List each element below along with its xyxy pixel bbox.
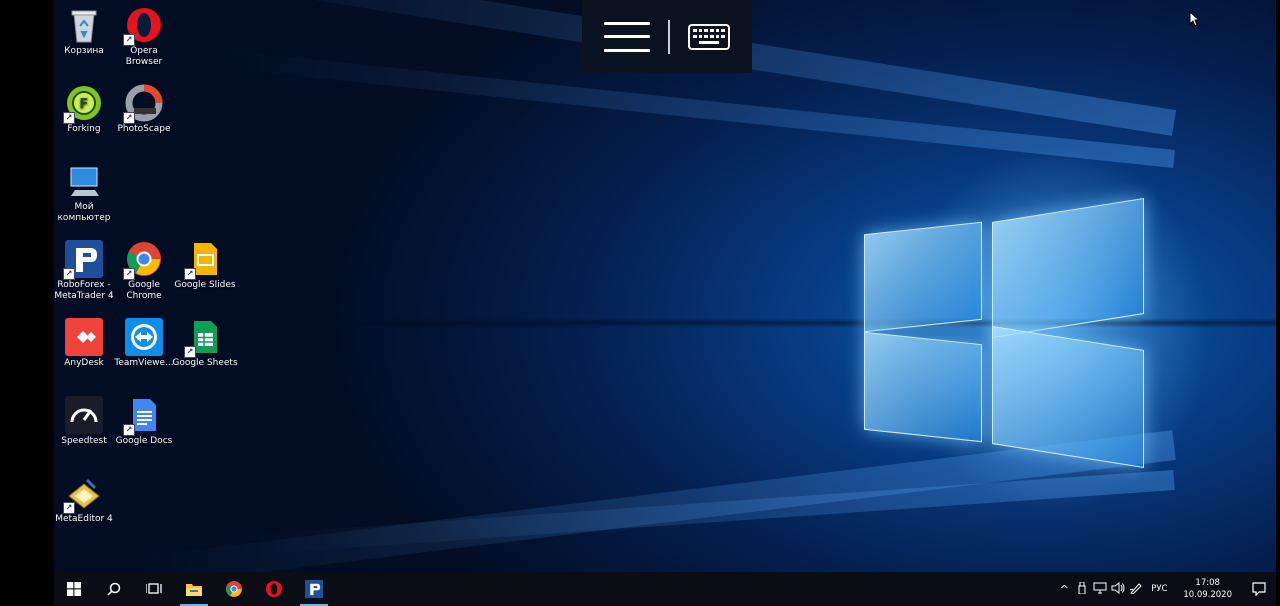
icon-label: Google Docs (115, 436, 173, 446)
shortcut-arrow-icon: ↗ (63, 268, 75, 280)
desktop-icon-speedtest[interactable]: Speedtest (51, 396, 117, 447)
icon-label: Forking (67, 124, 101, 134)
desktop-icon-chrome[interactable]: ↗ Google Chrome (111, 240, 177, 302)
svg-text:F: F (80, 97, 89, 112)
metatrader-icon[interactable] (294, 572, 334, 606)
network-icon[interactable] (1091, 582, 1109, 597)
desktop-icon-metaeditor[interactable]: ↗ MetaEditor 4 (51, 474, 117, 525)
chevron-up-icon[interactable]: ^ (1055, 583, 1073, 596)
icon-label: Google Slides (174, 280, 236, 290)
google-slides-icon: ↗ (184, 240, 224, 280)
icon-label: Opera Browser (125, 46, 163, 67)
desktop-icon-teamviewer[interactable]: TeamViewe... (111, 318, 177, 369)
forking-icon: F ↗ (63, 84, 103, 124)
icon-label: Мой компьютер (57, 202, 111, 223)
clock-time: 17:08 (1195, 578, 1220, 588)
icon-label: PhotoScape (117, 124, 171, 134)
google-sheets-icon: ↗ (184, 318, 224, 358)
computer-icon (65, 162, 103, 200)
keyboard-icon[interactable] (688, 23, 730, 50)
system-tray: ^ РУС 17:08 10.09.2020 (1055, 572, 1276, 606)
desktop-icon-my-computer[interactable]: Мой компьютер (51, 162, 117, 224)
logo-pane (864, 331, 982, 443)
teamviewer-icon (125, 318, 163, 356)
desktop-icon-google-sheets[interactable]: ↗ Google Sheets (172, 318, 238, 369)
hamburger-menu-icon[interactable] (604, 21, 650, 52)
pen-icon[interactable] (1127, 582, 1145, 597)
speedtest-icon (65, 396, 103, 434)
shortcut-arrow-icon: ↗ (123, 268, 135, 280)
recycle-bin-icon (65, 6, 103, 44)
desktop-icon-recycle-bin[interactable]: Корзина (51, 6, 117, 57)
icon-label: AnyDesk (64, 358, 104, 368)
toolbar-divider (668, 19, 670, 54)
volume-icon[interactable] (1109, 581, 1127, 597)
mouse-cursor-icon (1189, 11, 1201, 27)
shortcut-arrow-icon: ↗ (123, 34, 135, 46)
shortcut-arrow-icon: ↗ (184, 346, 196, 358)
desktop-icon-anydesk[interactable]: AnyDesk (51, 318, 117, 369)
desktop-icon-roboforex[interactable]: ↗ RoboForex - MetaTrader 4 (51, 240, 117, 302)
desktop-icon-google-docs[interactable]: ↗ Google Docs (111, 396, 177, 447)
chrome-icon[interactable] (214, 572, 254, 606)
clock[interactable]: 17:08 10.09.2020 (1173, 577, 1242, 601)
metatrader-icon: ↗ (63, 240, 103, 280)
logo-pane (992, 197, 1144, 339)
shortcut-arrow-icon: ↗ (63, 502, 75, 514)
file-explorer-icon[interactable] (174, 572, 214, 606)
desktop-icon-opera[interactable]: ↗ Opera Browser (111, 6, 177, 68)
icon-label: MetaEditor 4 (55, 514, 113, 524)
google-docs-icon: ↗ (123, 396, 163, 436)
desktop-wallpaper (54, 0, 1276, 606)
photoscape-icon: ↗ (123, 84, 163, 124)
icon-label: Google Sheets (172, 358, 238, 368)
clock-date: 10.09.2020 (1183, 590, 1232, 600)
search-icon[interactable] (94, 572, 134, 606)
task-view-icon[interactable] (134, 572, 174, 606)
desktop-icon-forking[interactable]: F ↗ Forking (51, 84, 117, 135)
shortcut-arrow-icon: ↗ (123, 112, 135, 124)
remote-toolbar (582, 0, 752, 73)
shortcut-arrow-icon: ↗ (184, 268, 196, 280)
light-beam (255, 470, 1175, 555)
metaeditor-icon: ↗ (63, 474, 103, 514)
opera-icon: ↗ (123, 6, 163, 46)
language-indicator[interactable]: РУС (1145, 584, 1173, 594)
logo-pane (864, 221, 982, 333)
icon-label: Speedtest (61, 436, 107, 446)
logo-pane (992, 325, 1144, 469)
shortcut-arrow-icon: ↗ (63, 112, 75, 124)
notification-icon[interactable] (1242, 572, 1276, 606)
usb-icon[interactable] (1073, 581, 1091, 597)
chrome-icon: ↗ (123, 240, 163, 280)
icon-label: TeamViewe... (114, 358, 174, 368)
icon-label: Google Chrome (126, 280, 162, 301)
icon-label: Корзина (64, 46, 104, 56)
icon-label: RoboForex - MetaTrader 4 (54, 280, 114, 301)
opera-icon[interactable] (254, 572, 294, 606)
shortcut-arrow-icon: ↗ (123, 424, 135, 436)
windows-start-icon[interactable] (54, 572, 94, 606)
desktop-icon-google-slides[interactable]: ↗ Google Slides (172, 240, 238, 291)
desktop-icon-photoscape[interactable]: ↗ PhotoScape (111, 84, 177, 135)
taskbar: ^ РУС 17:08 10.09.2020 (54, 572, 1276, 606)
anydesk-icon (65, 318, 103, 356)
